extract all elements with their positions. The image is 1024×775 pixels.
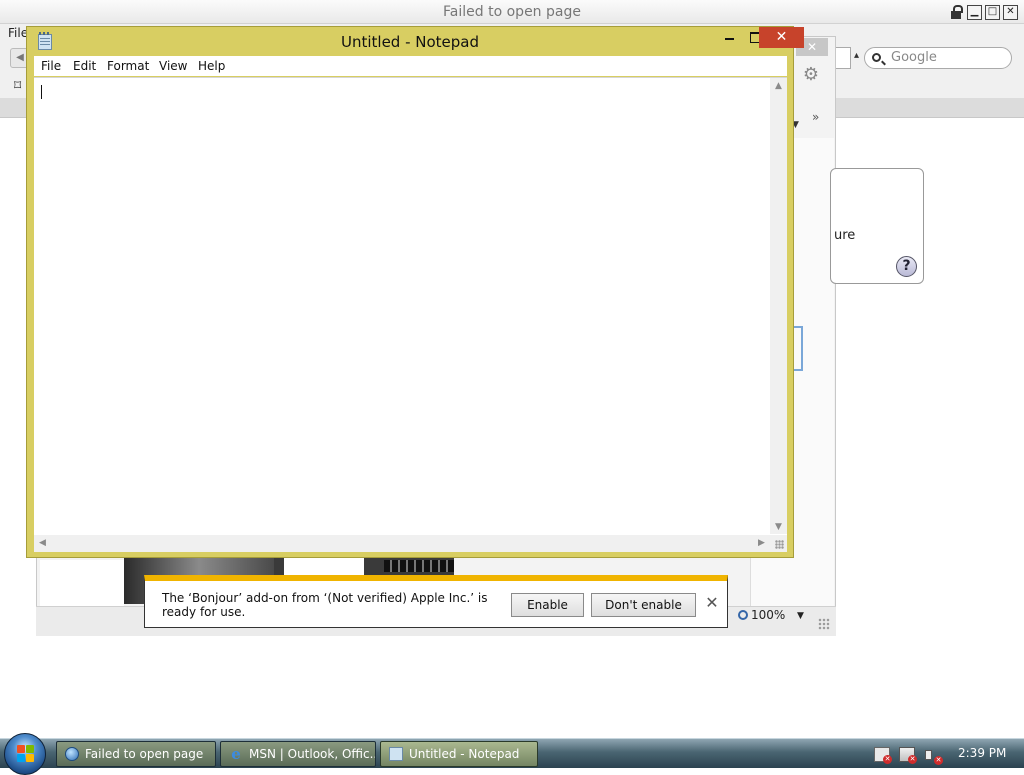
browser-maximize-button[interactable]: □ xyxy=(985,5,1000,20)
notepad-title: Untitled - Notepad xyxy=(340,33,480,51)
browser-window-controls: ▁ □ ✕ xyxy=(950,5,1018,20)
browser-minimize-button[interactable]: ▁ xyxy=(967,5,982,20)
notepad-window: Untitled - Notepad ✕ File Edit Format Vi… xyxy=(26,26,804,558)
menu-help[interactable]: Help xyxy=(198,59,225,73)
menu-format[interactable]: Format xyxy=(107,59,149,73)
search-placeholder: Google xyxy=(891,50,937,65)
system-tray: 2:39 PM xyxy=(866,739,1024,769)
notepad-text-area[interactable]: ▲ ▼ ◀ ▶ xyxy=(34,77,787,552)
zoom-icon xyxy=(738,610,748,620)
search-icon xyxy=(872,53,881,62)
notepad-resize-grip[interactable] xyxy=(770,535,787,552)
info-card-text: ure xyxy=(834,228,856,243)
menu-file[interactable]: File xyxy=(41,59,61,73)
scroll-right-icon[interactable]: ▶ xyxy=(753,538,770,548)
taskbar-item-label: MSN | Outlook, Offic... xyxy=(249,747,376,761)
vertical-scrollbar[interactable]: ▲ ▼ xyxy=(770,78,787,534)
notepad-close-button[interactable]: ✕ xyxy=(759,27,804,48)
action-center-flag-icon[interactable] xyxy=(874,747,892,764)
network-icon[interactable] xyxy=(899,747,917,764)
taskbar-item-failed-to-open[interactable]: Failed to open page xyxy=(56,741,216,767)
taskbar-item-notepad[interactable]: Untitled - Notepad xyxy=(380,741,538,767)
browser-title: Failed to open page xyxy=(443,4,581,20)
taskbar-item-label: Untitled - Notepad xyxy=(409,747,520,761)
lock-icon xyxy=(950,5,964,20)
start-button[interactable] xyxy=(4,733,46,775)
ie-icon: e xyxy=(231,745,241,763)
taskbar-item-label: Failed to open page xyxy=(85,747,204,761)
browser-close-button[interactable]: ✕ xyxy=(1003,5,1018,20)
zoom-dropdown-icon[interactable]: ▼ xyxy=(797,611,804,621)
browser-resize-grip[interactable] xyxy=(818,618,830,630)
zoom-level: 100% xyxy=(751,608,786,622)
text-caret xyxy=(41,85,42,99)
horizontal-scrollbar[interactable]: ◀ ▶ xyxy=(34,535,770,552)
notepad-menubar: File Edit Format View Help xyxy=(34,56,787,76)
search-input[interactable]: Google xyxy=(864,47,1012,69)
scroll-up-icon[interactable]: ▲ xyxy=(770,81,787,91)
menu-view[interactable]: View xyxy=(159,59,187,73)
scroll-left-icon[interactable]: ◀ xyxy=(34,538,51,548)
address-dropdown-icon[interactable]: ▴ xyxy=(854,50,859,61)
browser-titlebar: Failed to open page ▁ □ ✕ xyxy=(0,0,1024,24)
help-icon[interactable]: ? xyxy=(896,256,917,277)
volume-icon[interactable] xyxy=(924,747,943,765)
clock[interactable]: 2:39 PM xyxy=(958,746,1006,760)
notepad-minimize-button[interactable] xyxy=(717,27,743,48)
gear-icon[interactable]: ⚙ xyxy=(800,64,822,86)
windows-logo-icon xyxy=(17,745,35,763)
scroll-down-icon[interactable]: ▼ xyxy=(770,522,787,532)
dont-enable-button[interactable]: Don't enable xyxy=(591,593,696,617)
globe-icon xyxy=(65,747,79,761)
addon-notification-bar: The ‘Bonjour’ add-on from ‘(Not verified… xyxy=(144,575,728,628)
bookmark-icon[interactable]: ⌑ xyxy=(14,78,21,94)
taskbar: Failed to open page e MSN | Outlook, Off… xyxy=(0,733,1024,775)
msn-left-panel xyxy=(40,560,124,606)
address-bar-end[interactable] xyxy=(835,47,851,69)
chevron-right-icon[interactable]: » xyxy=(812,110,819,124)
notepad-icon xyxy=(389,747,403,761)
enable-button[interactable]: Enable xyxy=(511,593,584,617)
menu-edit[interactable]: Edit xyxy=(73,59,96,73)
notification-message: The ‘Bonjour’ add-on from ‘(Not verified… xyxy=(162,591,488,619)
notification-close-icon[interactable]: ✕ xyxy=(705,595,719,611)
taskbar-item-msn[interactable]: e MSN | Outlook, Offic... xyxy=(220,741,376,767)
